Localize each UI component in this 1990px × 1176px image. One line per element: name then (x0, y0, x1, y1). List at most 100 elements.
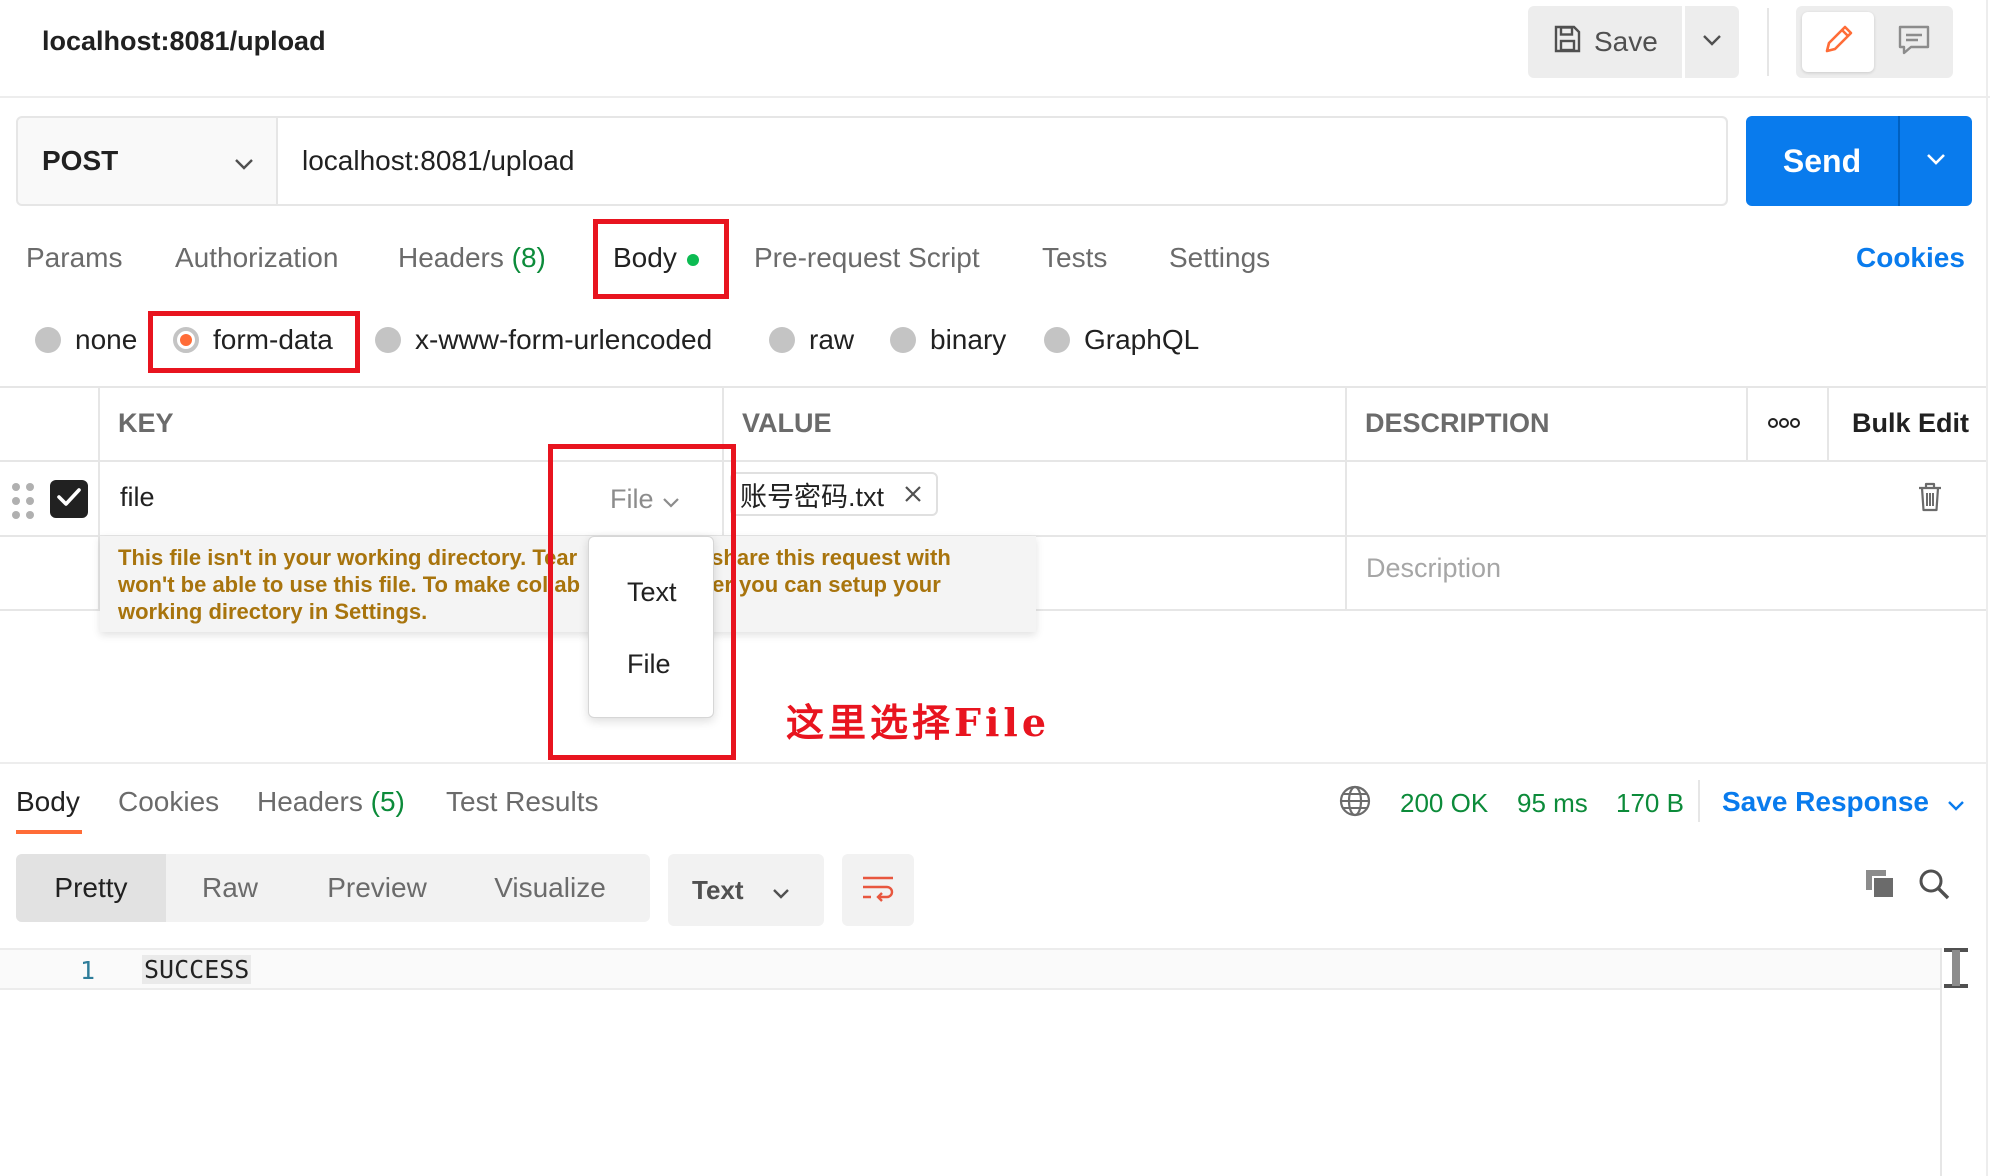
param-key-input[interactable]: file (120, 482, 155, 513)
description-input[interactable]: Description (1366, 553, 1501, 584)
response-body-text[interactable]: SUCCESS (142, 955, 252, 984)
checkbox-check-icon (57, 487, 81, 512)
send-group: Send (1746, 116, 1972, 206)
radio-label: binary (930, 324, 1007, 355)
response-tab-headers[interactable]: Headers (5) (257, 786, 405, 818)
url-input[interactable]: localhost:8081/upload (278, 118, 1726, 204)
send-button[interactable]: Send (1746, 116, 1898, 206)
radio-urlencoded[interactable]: x-www-form-urlencoded (375, 324, 712, 356)
radio-label: none (75, 324, 138, 355)
globe-icon[interactable] (1338, 784, 1372, 823)
tab-tests[interactable]: Tests (1042, 242, 1107, 274)
send-options-button[interactable] (1898, 116, 1972, 206)
line-number: 1 (80, 956, 96, 985)
tab-authorization[interactable]: Authorization (175, 242, 338, 274)
column-header-description: DESCRIPTION (1365, 408, 1550, 438)
selected-file-chip: 账号密码.txt (730, 472, 939, 516)
response-view-switcher: Pretty Raw Preview Visualize (16, 854, 650, 922)
method-label: POST (42, 145, 119, 176)
code-line-highlight (0, 948, 1940, 990)
view-preview[interactable]: Preview (294, 854, 460, 922)
tab-prerequest-script[interactable]: Pre-request Script (754, 242, 980, 274)
save-group: Save (1528, 6, 1739, 78)
selected-file-name: 账号密码.txt (740, 481, 885, 512)
request-title[interactable]: localhost:8081/upload (42, 26, 326, 57)
active-tab-indicator (16, 830, 82, 834)
radio-circle (769, 327, 795, 353)
view-raw[interactable]: Raw (166, 854, 294, 922)
response-tab-body[interactable]: Body (16, 786, 80, 818)
warning-text: won't be able to use this file. To make … (118, 572, 581, 597)
request-header: localhost:8081/upload Save (0, 0, 1990, 98)
view-visualize[interactable]: Visualize (460, 854, 640, 922)
search-icon[interactable] (1918, 868, 1950, 905)
response-status[interactable]: 200 OK (1400, 788, 1488, 819)
tab-settings[interactable]: Settings (1169, 242, 1270, 274)
radio-binary[interactable]: binary (890, 324, 1006, 356)
radio-label: raw (809, 324, 855, 355)
copy-icon[interactable] (1864, 868, 1896, 905)
radio-raw[interactable]: raw (769, 324, 854, 356)
more-dots-icon[interactable] (1768, 416, 1800, 434)
radio-circle (890, 327, 916, 353)
tab-headers[interactable]: Headers (8) (398, 242, 546, 274)
radio-circle (35, 327, 61, 353)
drag-handle-icon[interactable] (10, 482, 36, 525)
chevron-down-icon (1702, 33, 1722, 51)
save-button[interactable]: Save (1528, 6, 1682, 78)
tab-params[interactable]: Params (26, 242, 122, 274)
text-cursor-icon (1942, 948, 1970, 988)
table-border (1345, 386, 1347, 610)
tab-headers-label: Headers (398, 242, 504, 273)
view-pretty[interactable]: Pretty (16, 854, 166, 922)
chevron-down-icon (772, 875, 790, 906)
annotation-box-form-data (148, 311, 360, 373)
comment-icon (1897, 24, 1931, 61)
radio-circle (1044, 327, 1070, 353)
chevron-down-icon (1926, 152, 1946, 170)
response-divider-vertical (1698, 780, 1700, 822)
radio-graphql[interactable]: GraphQL (1044, 324, 1199, 356)
tab-headers-count: (8) (511, 242, 546, 273)
pane-border (1986, 0, 1988, 1176)
annotation-box-body-tab (593, 219, 729, 299)
save-options-button[interactable] (1685, 6, 1739, 78)
toolbar-divider (1767, 8, 1769, 76)
response-tab-headers-count: (5) (370, 786, 405, 817)
table-border (0, 386, 1986, 388)
wrap-lines-icon (861, 873, 895, 908)
save-response-label: Save Response (1722, 786, 1929, 817)
response-time[interactable]: 95 ms (1517, 788, 1588, 819)
save-label: Save (1594, 26, 1658, 57)
column-header-value: VALUE (742, 408, 832, 438)
response-divider (0, 762, 1986, 764)
response-tab-headers-label: Headers (257, 786, 363, 817)
radio-label: x-www-form-urlencoded (415, 324, 713, 355)
response-format-label: Text (692, 874, 744, 905)
response-format-select[interactable]: Text (668, 854, 824, 926)
response-size[interactable]: 170 B (1616, 788, 1684, 819)
edit-mode-button[interactable] (1802, 12, 1874, 72)
warning-text: ier you can setup your (706, 572, 941, 597)
response-tab-test-results[interactable]: Test Results (446, 786, 599, 818)
method-select[interactable]: POST (18, 118, 278, 204)
save-response-button[interactable]: Save Response (1722, 786, 1965, 818)
radio-none[interactable]: none (35, 324, 137, 356)
table-border (0, 460, 1986, 462)
table-border (1746, 386, 1748, 462)
wrap-lines-button[interactable] (842, 854, 914, 926)
comments-button[interactable] (1882, 12, 1946, 72)
annotation-note: 这里选择File (786, 700, 1051, 745)
cookies-link[interactable]: Cookies (1856, 242, 1965, 274)
trash-icon[interactable] (1917, 482, 1943, 517)
table-border (1827, 386, 1829, 462)
response-tab-cookies[interactable]: Cookies (118, 786, 219, 818)
row-enabled-checkbox[interactable] (50, 480, 88, 518)
pencil-icon (1821, 23, 1855, 62)
column-header-key: KEY (118, 408, 174, 438)
annotation-box-type-dropdown (548, 444, 736, 760)
url-bar: POST localhost:8081/upload (16, 116, 1728, 206)
bulk-edit-button[interactable]: Bulk Edit (1852, 408, 1969, 439)
warning-text: This file isn't in your working director… (118, 545, 578, 570)
close-icon[interactable] (904, 478, 922, 510)
